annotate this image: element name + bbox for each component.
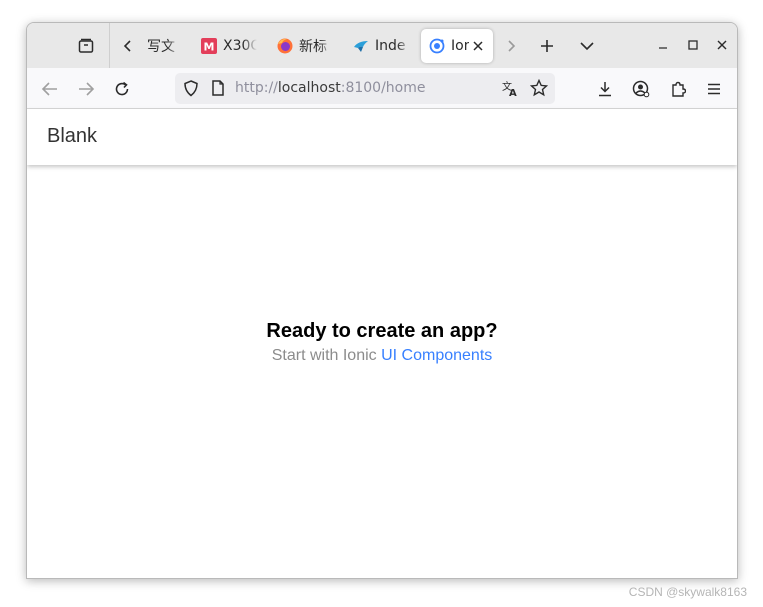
m-logo-icon: M [201, 38, 217, 54]
tab-label: Ion [451, 38, 469, 54]
navigation-toolbar: http://localhost:8100/home 文A [27, 68, 737, 109]
account-icon[interactable] [630, 78, 652, 100]
extensions-icon[interactable] [667, 78, 689, 100]
maximize-icon[interactable] [683, 35, 703, 55]
back-icon[interactable] [39, 78, 61, 100]
page-info-icon[interactable] [211, 80, 225, 100]
close-tab-icon[interactable] [473, 41, 483, 51]
minimize-icon[interactable] [653, 35, 673, 55]
url-host: localhost [277, 80, 341, 96]
tab-4-active[interactable]: Ion [421, 29, 493, 63]
svg-text:M: M [204, 41, 215, 54]
tab-2[interactable]: 新标 [277, 29, 333, 63]
list-all-tabs-icon[interactable] [574, 33, 600, 59]
url-path: :8100/home [340, 80, 426, 96]
downloads-icon[interactable] [594, 78, 616, 100]
translate-icon[interactable]: 文A [501, 79, 519, 101]
subtext-prefix: Start with Ionic [271, 347, 382, 364]
url-scheme: http:// [235, 80, 278, 96]
new-tab-icon[interactable] [534, 33, 560, 59]
empty-state-heading: Ready to create an app? [266, 320, 498, 342]
ionic-icon [429, 38, 445, 54]
firefox-icon [277, 38, 293, 54]
empty-state: Ready to create an app? Start with Ionic… [27, 320, 737, 365]
watermark: CSDN @skywalk8163 [628, 585, 747, 599]
app-content: Ready to create an app? Start with Ionic… [27, 165, 737, 578]
tab-bar: 写文 M X30C 新标 Inde Io [27, 23, 737, 68]
app-menu-icon[interactable] [703, 78, 725, 100]
bird-icon [353, 38, 369, 54]
tab-3[interactable]: Inde [353, 29, 411, 63]
app-header: Blank [27, 109, 737, 165]
tab-1[interactable]: M X30C [201, 29, 257, 63]
reload-icon[interactable] [111, 78, 133, 100]
ui-components-link[interactable]: UI Components [381, 347, 492, 364]
scroll-tabs-right-icon[interactable] [498, 33, 524, 59]
tab-overview-icon[interactable] [73, 33, 99, 59]
empty-state-subtext: Start with Ionic UI Components [27, 347, 737, 365]
bookmark-star-icon[interactable] [529, 78, 549, 101]
svg-text:A: A [509, 88, 517, 97]
browser-window: 写文 M X30C 新标 Inde Io http://localhost:81… [26, 22, 738, 579]
close-window-icon[interactable] [712, 35, 732, 55]
forward-icon[interactable] [75, 78, 97, 100]
tab-bar-divider [109, 23, 110, 68]
tab-0[interactable]: 写文 [147, 29, 181, 63]
scroll-tabs-left-icon[interactable] [115, 33, 141, 59]
shield-icon[interactable] [183, 80, 199, 101]
address-bar[interactable]: http://localhost:8100/home 文A [175, 73, 555, 104]
url-text[interactable]: http://localhost:8100/home [235, 80, 426, 96]
page-title: Blank [47, 125, 98, 147]
